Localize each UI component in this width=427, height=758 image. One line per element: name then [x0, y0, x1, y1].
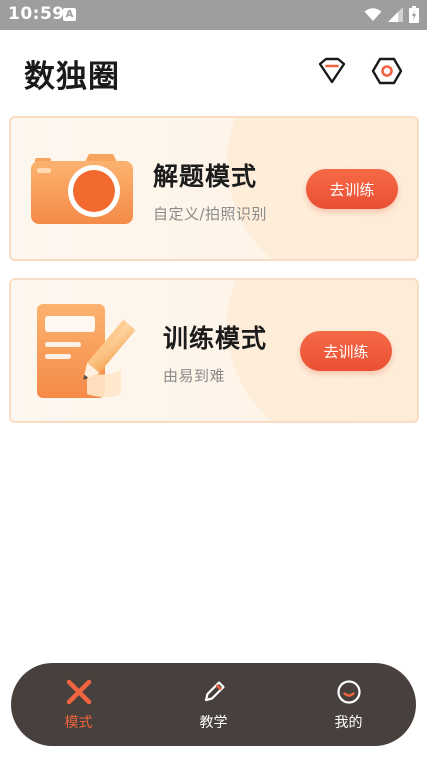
app-title: 数独圈	[24, 59, 120, 95]
solve-mode-title: 解题模式	[153, 162, 258, 191]
nav-label-mode: 模式	[64, 715, 93, 731]
bottom-nav: 模式 教学 我的	[11, 663, 416, 746]
settings-icon[interactable]	[371, 55, 403, 87]
status-bar: 10:59 A	[0, 0, 427, 30]
wifi-icon	[364, 8, 382, 21]
nav-label-teaching: 教学	[199, 715, 228, 731]
signal-icon	[388, 7, 403, 22]
profile-icon	[335, 678, 363, 706]
battery-icon	[409, 6, 419, 23]
app-notification-icon: A	[63, 8, 76, 21]
solve-mode-subtitle: 自定义/拍照识别	[153, 205, 268, 223]
notepad-pencil-icon	[37, 304, 135, 398]
nav-item-teaching[interactable]: 教学	[154, 663, 274, 746]
app-notification-letter: A	[65, 8, 74, 20]
solve-mode-card[interactable]: 解题模式 自定义/拍照识别 去训练	[9, 116, 419, 261]
camera-icon	[31, 154, 133, 224]
training-mode-subtitle: 由易到难	[163, 367, 226, 385]
nav-item-mode[interactable]: 模式	[19, 663, 139, 746]
solve-go-train-button[interactable]: 去训练	[306, 169, 398, 209]
pencil-icon	[200, 678, 228, 706]
mode-icon	[65, 678, 93, 706]
status-indicators	[364, 6, 419, 23]
training-go-train-button[interactable]: 去训练	[300, 331, 392, 371]
training-mode-card[interactable]: 训练模式 由易到难 去训练	[9, 278, 419, 423]
training-mode-title: 训练模式	[163, 324, 268, 353]
status-time: 10:59	[8, 4, 65, 24]
diamond-icon[interactable]	[316, 55, 348, 87]
nav-item-mine[interactable]: 我的	[289, 663, 409, 746]
nav-label-mine: 我的	[334, 715, 363, 731]
